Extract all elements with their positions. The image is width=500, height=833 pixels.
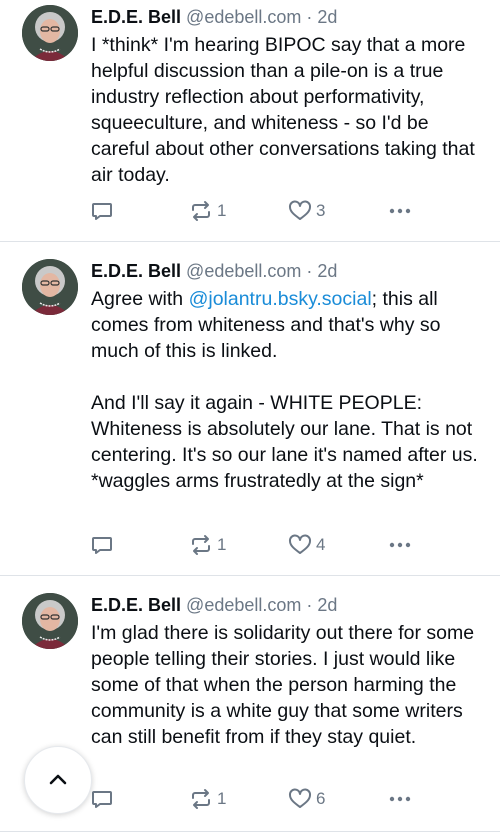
post-text: I'm glad there is solidarity out there f… [91,622,480,748]
post-text: I *think* I'm hearing BIPOC say that a m… [91,34,481,186]
reply-icon [92,791,112,808]
heart-icon [289,200,311,220]
repost-button[interactable]: 1 [189,199,226,223]
timestamp[interactable]: 2d [317,595,337,615]
repost-count: 1 [217,201,227,220]
post-header: E.D.E. Bell @edebell.com · 2d [91,260,337,282]
post-actions: 1 4 [91,533,421,557]
post-text-before: Agree with [91,288,189,310]
post-text-after: ; this all comes from whiteness and that… [91,288,478,492]
more-button[interactable] [387,787,413,811]
more-button[interactable] [387,199,413,223]
author-handle[interactable]: @edebell.com [186,7,301,27]
timestamp[interactable]: 2d [317,261,337,281]
avatar[interactable] [22,593,78,649]
avatar[interactable] [22,5,78,61]
like-button[interactable]: 3 [288,199,325,223]
repost-icon [192,789,210,809]
timestamp[interactable]: 2d [317,7,337,27]
author-handle[interactable]: @edebell.com [186,261,301,281]
scroll-to-top-button[interactable] [24,746,92,814]
separator: · [306,261,313,281]
repost-icon [192,201,210,221]
post-header: E.D.E. Bell @edebell.com · 2d [91,594,337,616]
more-icon [389,542,411,548]
post-text: Agree with @jolantru.bsky.social; this a… [91,286,486,494]
reply-button[interactable] [91,533,113,557]
reply-icon [92,203,112,220]
author-name[interactable]: E.D.E. Bell [91,261,181,281]
author-name[interactable]: E.D.E. Bell [91,7,181,27]
post-header: E.D.E. Bell @edebell.com · 2d [91,6,337,28]
reply-button[interactable] [91,199,113,223]
more-icon [389,796,411,802]
author-name[interactable]: E.D.E. Bell [91,595,181,615]
repost-count: 1 [217,789,227,808]
like-count: 6 [316,789,326,808]
repost-icon [192,535,210,555]
mention-link[interactable]: @jolantru.bsky.social [189,288,372,310]
avatar-image [22,593,78,649]
repost-button[interactable]: 1 [189,787,226,811]
post[interactable]: E.D.E. Bell @edebell.com · 2d Agree with… [0,254,500,576]
heart-icon [289,788,311,808]
more-icon [389,208,411,214]
avatar-image [22,259,78,315]
reply-icon [92,537,112,554]
more-button[interactable] [387,533,413,557]
like-count: 3 [316,201,326,220]
heart-icon [289,534,311,554]
like-button[interactable]: 4 [288,533,325,557]
separator: · [306,595,313,615]
author-handle[interactable]: @edebell.com [186,595,301,615]
avatar-image [22,5,78,61]
separator: · [306,7,313,27]
repost-button[interactable]: 1 [189,533,226,557]
avatar[interactable] [22,259,78,315]
repost-count: 1 [217,535,227,554]
like-button[interactable]: 6 [288,787,325,811]
reply-button[interactable] [91,787,113,811]
post-actions: 1 6 [91,787,421,811]
post-actions: 1 3 [91,199,421,223]
chevron-up-icon [49,774,67,785]
like-count: 4 [316,535,326,554]
post[interactable]: E.D.E. Bell @edebell.com · 2d I *think* … [0,0,500,242]
